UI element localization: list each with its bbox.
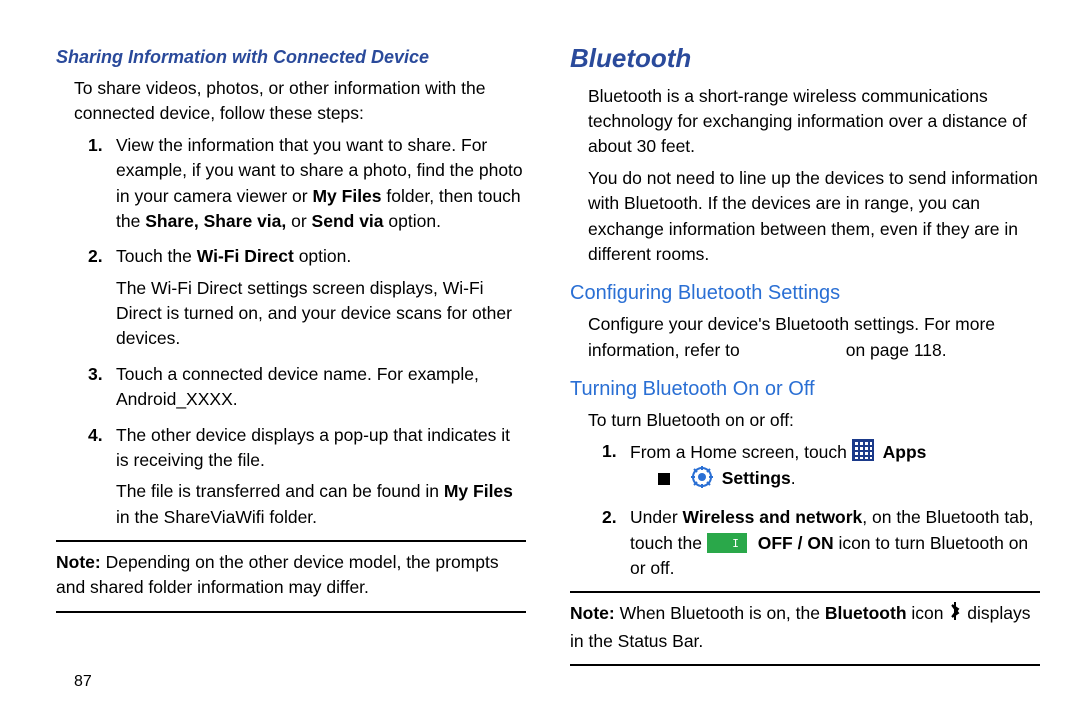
step-3: Touch a connected device name. For examp… xyxy=(116,362,526,413)
note: Note: Depending on the other device mode… xyxy=(56,550,526,601)
divider xyxy=(56,611,526,613)
step-4-sub: The file is transferred and can be found… xyxy=(116,479,526,530)
step-1: View the information that you want to sh… xyxy=(116,133,526,235)
steps-list: View the information that you want to sh… xyxy=(56,133,526,530)
settings-icon xyxy=(691,466,713,495)
left-column: Sharing Information with Connected Devic… xyxy=(56,40,526,674)
onoff-step-1: From a Home screen, touch Apps xyxy=(630,439,1040,495)
bt-para-1: Bluetooth is a short-range wireless comm… xyxy=(588,84,1040,160)
divider xyxy=(56,540,526,542)
section-heading: Sharing Information with Connected Devic… xyxy=(56,44,526,70)
intro-text: To share videos, photos, or other inform… xyxy=(74,76,526,127)
note-bt: Note: When Bluetooth is on, the Bluetoot… xyxy=(570,601,1040,654)
onoff-step-2: Under Wireless and network, on the Bluet… xyxy=(630,505,1040,581)
arrow-icon xyxy=(658,473,670,485)
bt-para-2: You do not need to line up the devices t… xyxy=(588,166,1040,268)
config-text: Configure your device's Bluetooth settin… xyxy=(588,312,1040,363)
onoff-steps: From a Home screen, touch Apps xyxy=(570,439,1040,581)
apps-icon xyxy=(852,439,874,461)
divider xyxy=(570,664,1040,666)
bluetooth-icon xyxy=(948,601,962,628)
subheading-onoff: Turning Bluetooth On or Off xyxy=(570,375,1040,404)
step-2-sub: The Wi-Fi Direct settings screen display… xyxy=(116,276,526,352)
step-4: The other device displays a pop-up that … xyxy=(116,423,526,531)
page-number: 87 xyxy=(74,670,92,693)
toggle-icon xyxy=(707,533,747,553)
divider xyxy=(570,591,1040,593)
step-2: Touch the Wi-Fi Direct option. The Wi-Fi… xyxy=(116,244,526,352)
bluetooth-heading: Bluetooth xyxy=(570,40,1040,78)
subheading-config: Configuring Bluetooth Settings xyxy=(570,279,1040,308)
onoff-intro: To turn Bluetooth on or off: xyxy=(588,408,1040,433)
right-column: Bluetooth Bluetooth is a short-range wir… xyxy=(570,40,1040,674)
